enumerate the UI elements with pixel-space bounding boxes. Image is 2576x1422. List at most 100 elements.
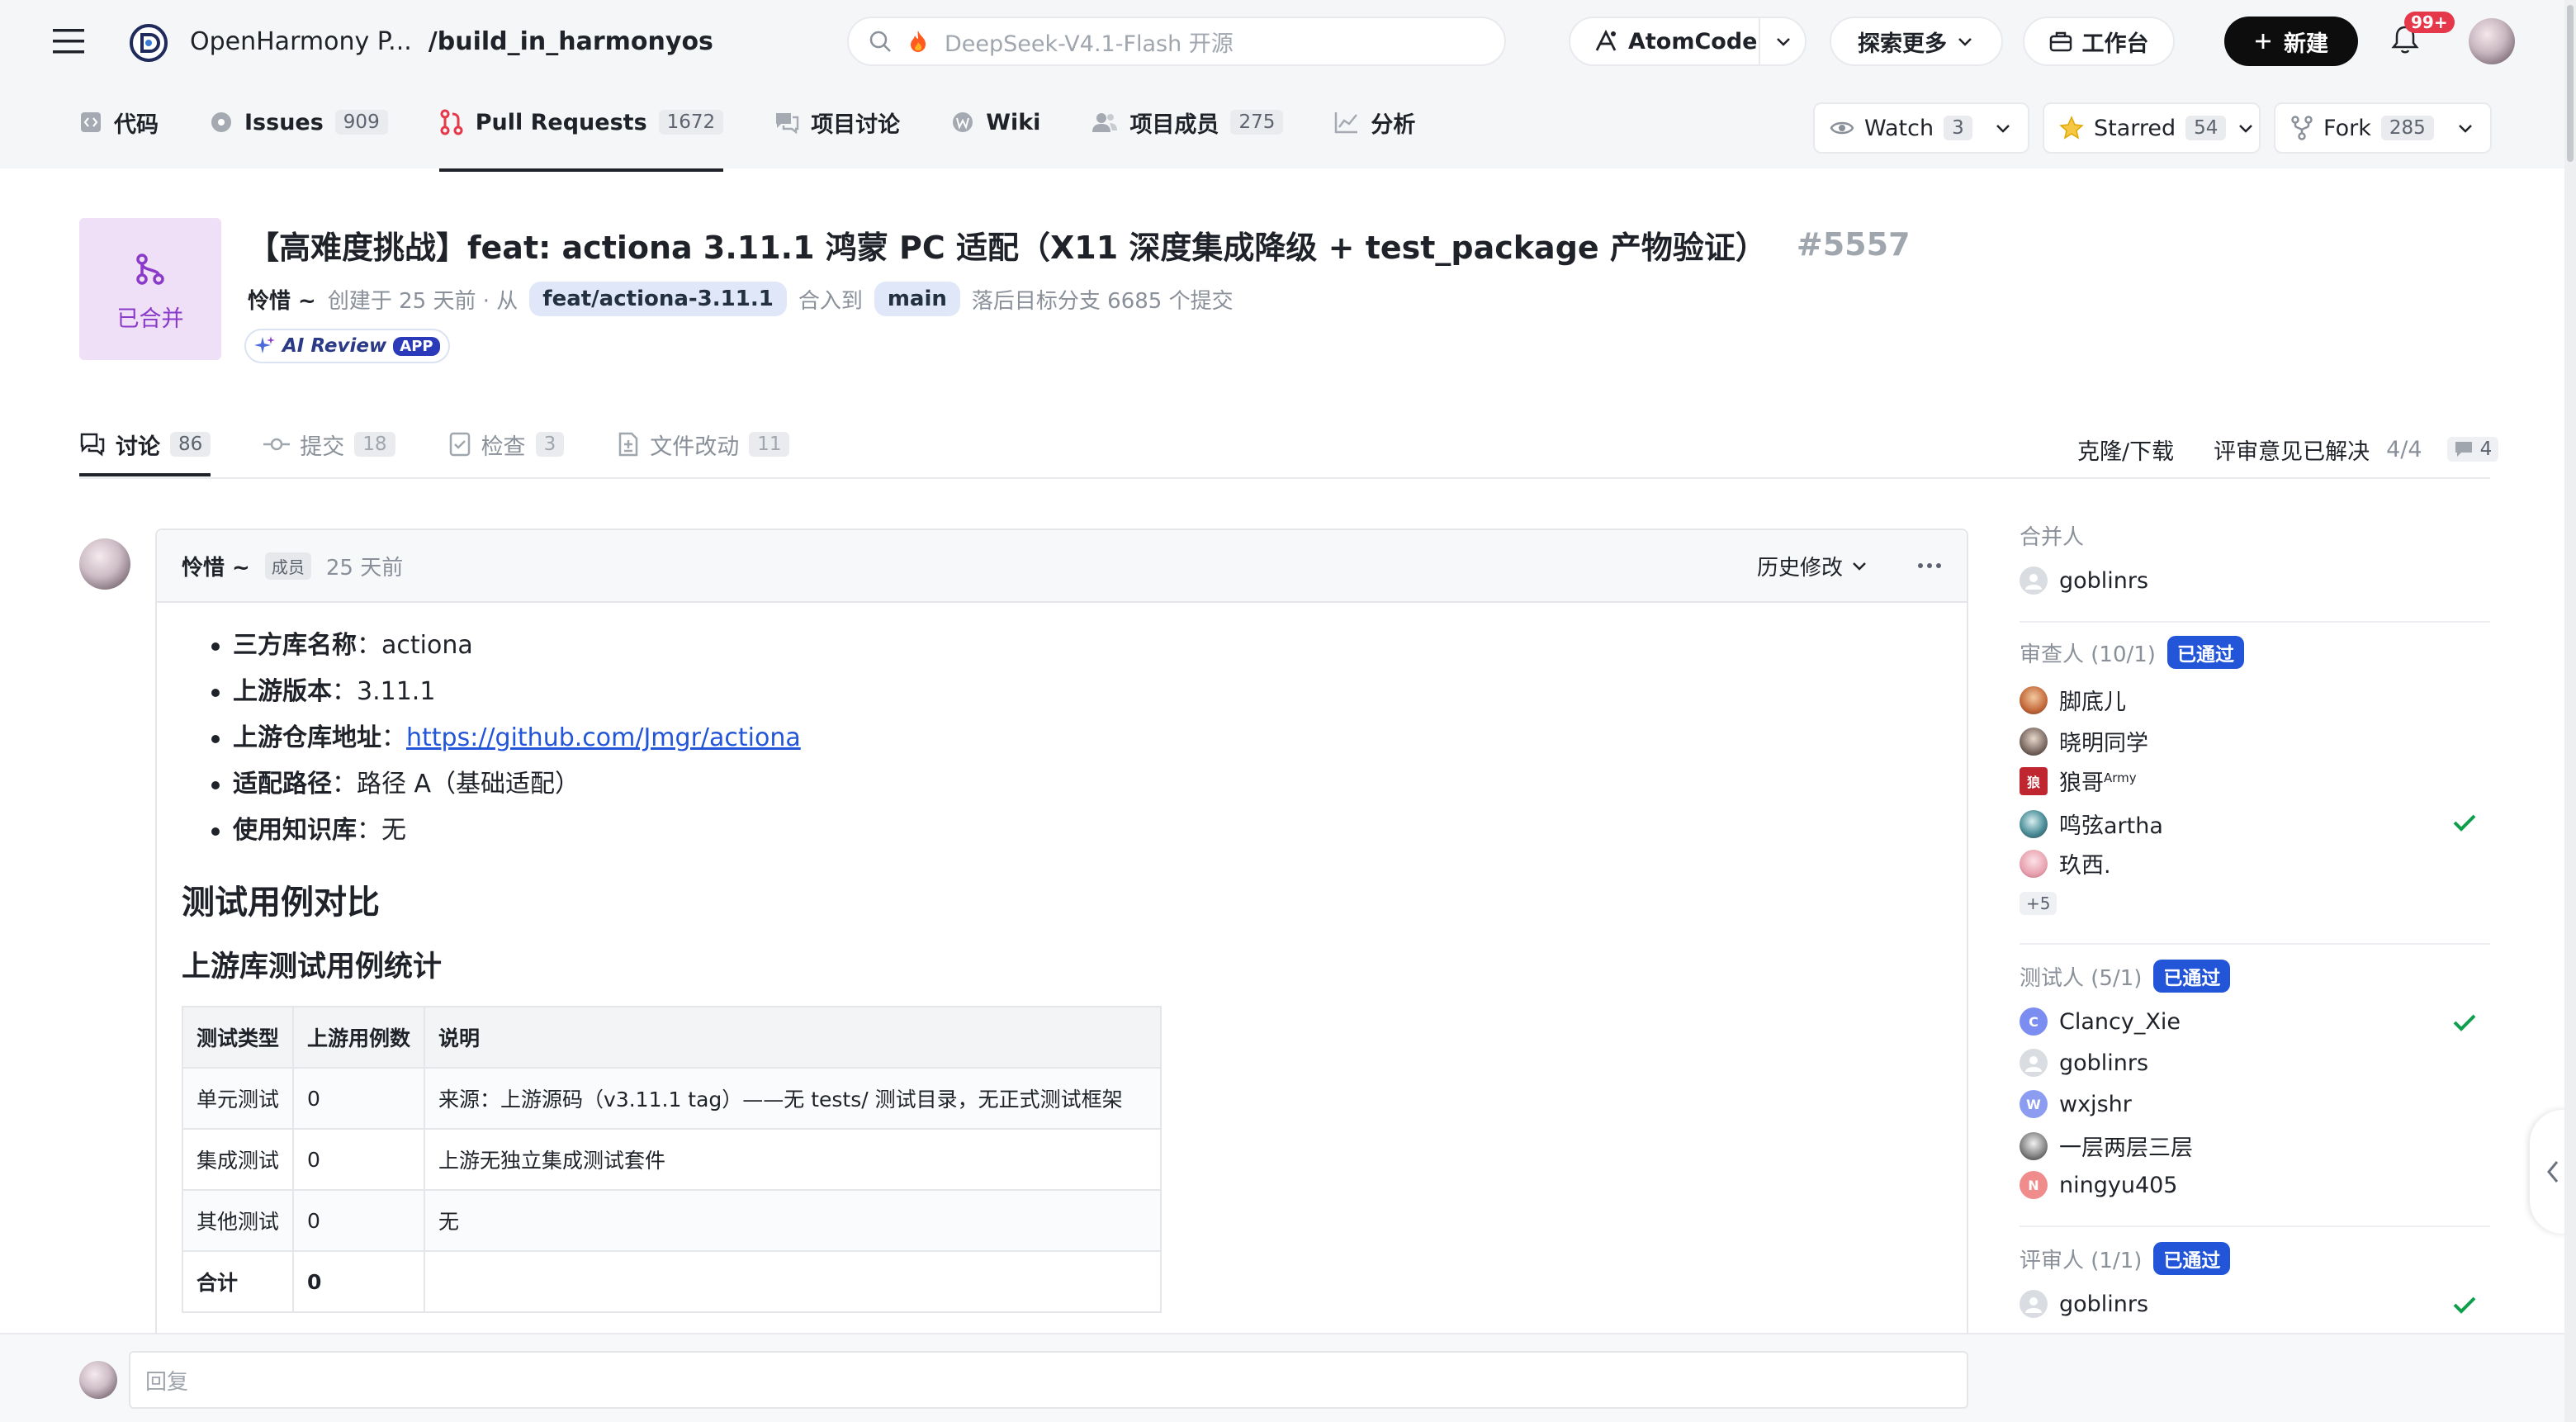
more-reviewers-badge[interactable]: +5 [2020,892,2057,915]
chevron-left-icon [2545,1159,2561,1185]
reviewer-item[interactable]: 玖西. [2020,847,2111,879]
more-options-icon[interactable] [1917,562,1942,569]
tab-code[interactable]: 代码 [79,107,159,139]
table-row: 合计 0 [181,1250,1163,1313]
tab-pull-requests[interactable]: Pull Requests 1672 [438,109,724,172]
merged-status-label: 已合并 [116,306,184,332]
comment-body: 三方库名称：actiona 上游版本：3.11.1 上游仓库地址：https:/… [181,623,1949,1313]
tab-analysis[interactable]: 分析 [1334,107,1415,139]
workbench-button[interactable]: 工作台 [2023,17,2175,66]
watch-button[interactable]: Watch 3 [1813,102,2029,154]
member-role-badge: 成员 [264,552,311,580]
comment-header: 怜惜 ~ 成员 25 天前 历史修改 [157,530,1967,603]
tab-files-changed[interactable]: 文件改动 11 [617,429,790,461]
active-tab-underline [79,472,211,476]
approved-check-icon [2452,813,2477,832]
approver-item[interactable]: goblinrs [2020,1290,2148,1318]
reply-input[interactable]: 回复 [129,1351,1968,1409]
wiki-icon [951,111,974,134]
source-branch-tag[interactable]: feat/actiona-3.11.1 [529,282,787,316]
repo-logo[interactable] [129,23,168,63]
issue-icon [210,111,233,134]
clone-download-link[interactable]: 克隆/下载 [2077,434,2174,466]
tester-item[interactable]: 一层两层三层 [2020,1130,2193,1162]
fork-button[interactable]: Fork 285 [2274,102,2492,154]
default-avatar-icon [2020,566,2048,595]
target-branch-tag[interactable]: main [874,282,960,316]
chevron-down-icon [1955,31,1975,51]
reviewer-item[interactable]: 脚底儿 [2020,684,2126,716]
sidebar-divider [2020,621,2490,623]
page-scrollbar[interactable] [2564,0,2576,1422]
atomcode-button[interactable]: AtomCode [1569,17,1807,66]
tab-wiki[interactable]: Wiki [951,110,1040,135]
discussion-icon [79,432,106,457]
sidebar-divider [2020,1225,2490,1227]
tab-issues[interactable]: Issues 909 [210,110,388,135]
chevron-down-icon [1849,556,1869,576]
global-search-box[interactable]: DeepSeek-V4.1-Flash 开源 [847,17,1506,66]
merge-icon [134,253,167,286]
pr-author[interactable]: 怜惜 ~ [248,284,316,315]
commit-icon [263,436,291,453]
pull-request-icon [439,109,464,135]
sparkle-icon [254,335,276,357]
star-button[interactable]: Starred 54 [2043,102,2261,154]
user-avatar[interactable] [2469,18,2515,64]
discussion-icon [774,111,799,134]
behind-commits-text: 落后目标分支 6685 个提交 [971,288,1234,314]
tab-discussion[interactable]: 讨论 86 [79,429,211,476]
comment-author[interactable]: 怜惜 ~ [182,551,250,581]
pr-number: #5557 [1796,226,1911,263]
upstream-repo-link[interactable]: https://github.com/Jmgr/actiona [406,723,801,752]
list-item: 适配路径：路径 A（基础适配） [182,761,1949,808]
tab-members[interactable]: 项目成员 275 [1091,107,1284,139]
tab-checks[interactable]: 检查 3 [448,429,565,461]
approved-badge: 已通过 [2166,636,2244,669]
approved-check-icon [2452,1012,2477,1032]
pr-tabs-divider [79,477,2490,479]
reviewer-item[interactable]: 晓明同学 [2020,725,2148,757]
tester-item[interactable]: N ningyu405 [2020,1171,2178,1199]
chevron-down-icon[interactable] [1773,31,1793,51]
active-tab-underline [438,168,724,172]
test-case-table: 测试类型 上游用例数 说明 单元测试 0 来源：上游源码（v3.11.1 tag… [181,1006,1163,1313]
avatar [2020,727,2048,756]
tab-discussion[interactable]: 项目讨论 [774,107,900,139]
edit-history-button[interactable]: 历史修改 [1757,551,1869,581]
scrollbar-thumb[interactable] [2567,5,2574,162]
new-button[interactable]: 新建 [2224,17,2358,66]
list-item: 上游仓库地址：https://github.com/Jmgr/actiona [182,715,1949,761]
merger-section-title: 合并人 [2020,525,2085,550]
chevron-down-icon [2236,118,2256,138]
repo-tabs-bar: 代码 Issues 909 Pull Requests 1672 项目讨论 Wi… [0,83,2576,172]
top-nav-bar: OpenHarmony P... /build_in_harmonyos Dee… [0,0,2576,83]
search-input[interactable]: DeepSeek-V4.1-Flash 开源 [945,26,1234,58]
avatar [2020,809,2048,838]
table-row: 单元测试 0 来源：上游源码（v3.11.1 tag）——无 tests/ 测试… [181,1067,1163,1130]
repo-name-link[interactable]: /build_in_harmonyos [429,27,713,56]
tester-item[interactable]: C Clancy_Xie [2020,1007,2181,1036]
ai-review-badge[interactable]: AI Review APP [244,329,450,363]
reviewer-item[interactable]: 狼 狼哥Army [2020,765,2137,797]
subsection-heading: 上游库测试用例统计 [182,950,443,984]
sidebar-divider [2020,943,2490,945]
reply-user-avatar [79,1361,117,1399]
approvers-section-title: 评审人 (1/1) [2020,1248,2143,1273]
approved-badge: 已通过 [2153,960,2231,993]
comments-count-button[interactable]: 4 [2446,437,2499,462]
explore-more-button[interactable]: 探索更多 [1830,17,2003,66]
reviewers-section-title: 审查人 (10/1) [2020,642,2156,667]
tab-commits[interactable]: 提交 18 [263,429,395,461]
approved-check-icon [2452,1295,2477,1315]
merger-item[interactable]: goblinrs [2020,566,2148,595]
reviewer-item[interactable]: 鸣弦artha [2020,808,2163,840]
tester-item[interactable]: W wxjshr [2020,1090,2132,1118]
tester-item[interactable]: goblinrs [2020,1049,2148,1077]
comment-icon [2454,440,2474,458]
repo-owner-link[interactable]: OpenHarmony P... [190,27,412,56]
avatar: 狼 [2020,766,2048,795]
comment-author-avatar[interactable] [79,538,130,590]
menu-icon[interactable] [53,27,84,55]
library-info-list: 三方库名称：actiona 上游版本：3.11.1 上游仓库地址：https:/… [182,623,1949,854]
